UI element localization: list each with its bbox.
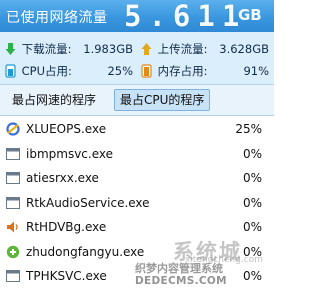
process-name: XLUEOPS.exe	[26, 122, 107, 136]
stats-panel: 下载流量: 1.983GB 上传流量: 3.628GB CPU占用: 25% 内…	[0, 32, 274, 84]
tab-bar: 最占网速的程序 最占CPU的程序	[0, 84, 274, 116]
upload-stat: 上传流量: 3.628GB	[141, 40, 269, 58]
tab-cpu-usage[interactable]: 最占CPU的程序	[114, 89, 211, 111]
process-cpu: 25%	[235, 122, 262, 136]
process-cpu: 0%	[242, 171, 262, 185]
cpu-stat: CPU占用: 25%	[5, 62, 133, 80]
memory-stat: 内存占用: 91%	[141, 62, 269, 80]
traffic-header: 已使用网络流量 5.611 GB	[0, 0, 274, 32]
process-cpu: 0%	[242, 146, 262, 161]
memory-label: 内存占用:	[157, 64, 208, 78]
window-app-icon	[6, 147, 20, 160]
tab-network-usage[interactable]: 最占网速的程序	[7, 89, 101, 111]
window-app-icon	[6, 172, 20, 184]
list-item[interactable]: XLUEOPS.exe 25%	[0, 117, 274, 142]
upload-arrow-icon	[141, 43, 152, 55]
list-item[interactable]: zhudongfangyu.exe 0%	[0, 240, 274, 265]
cpu-icon	[5, 64, 16, 78]
process-cpu: 0%	[242, 195, 262, 210]
download-label: 下载流量:	[21, 42, 72, 56]
speaker-icon	[7, 221, 18, 233]
process-cpu: 0%	[242, 244, 262, 259]
traffic-title: 已使用网络流量	[6, 10, 108, 26]
process-name: zhudongfangyu.exe	[26, 244, 145, 259]
shield-icon	[6, 245, 20, 258]
traffic-unit: GB	[238, 6, 262, 24]
process-name: atiesrxx.exe	[26, 171, 99, 185]
memory-value: 91%	[243, 64, 269, 78]
process-list: XLUEOPS.exe 25% ibmpmsvc.exe 0% atiesrxx…	[0, 117, 274, 289]
download-stat: 下载流量: 1.983GB	[5, 40, 133, 58]
list-item[interactable]: TPHKSVC.exe 0%	[0, 264, 274, 289]
traffic-total-value: 5.611	[124, 0, 247, 33]
window-app-icon	[6, 270, 20, 282]
list-item[interactable]: RtHDVBg.exe 0%	[0, 215, 274, 240]
window-app-icon	[6, 196, 20, 209]
process-name: TPHKSVC.exe	[26, 269, 107, 283]
process-name: RtkAudioService.exe	[26, 195, 150, 210]
process-cpu: 0%	[242, 269, 262, 283]
xlue-icon	[6, 122, 20, 136]
download-arrow-icon	[5, 43, 16, 55]
list-item[interactable]: atiesrxx.exe 0%	[0, 166, 274, 191]
process-name: RtHDVBg.exe	[26, 220, 107, 234]
list-item[interactable]: ibmpmsvc.exe 0%	[0, 142, 274, 167]
process-cpu: 0%	[242, 220, 262, 234]
list-item[interactable]: RtkAudioService.exe 0%	[0, 191, 274, 216]
process-name: ibmpmsvc.exe	[26, 146, 113, 161]
upload-value: 3.628GB	[219, 42, 269, 56]
cpu-label: CPU占用:	[21, 64, 72, 78]
cpu-value: 25%	[107, 64, 133, 78]
memory-icon	[141, 64, 152, 78]
upload-label: 上传流量:	[157, 42, 208, 56]
download-value: 1.983GB	[83, 42, 133, 56]
